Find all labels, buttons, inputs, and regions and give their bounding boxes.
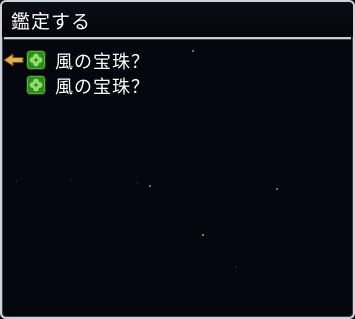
background-sparkle [149, 185, 151, 187]
title-bar: 鑑定する [2, 2, 353, 37]
green-clover-icon [26, 75, 46, 95]
background-sparkle [137, 182, 138, 183]
appraise-window: 鑑定する 風の宝珠？ 風の宝珠？ [0, 0, 355, 319]
green-clover-icon [26, 50, 46, 70]
background-sparkle [16, 180, 17, 181]
background-sparkle [276, 188, 278, 190]
background-sparkle [235, 266, 236, 267]
item-label: 風の宝珠？ [55, 77, 150, 98]
background-sparkle [70, 180, 71, 181]
selection-cursor-icon [3, 53, 24, 67]
title-divider [4, 37, 351, 39]
item-label: 風の宝珠？ [55, 52, 150, 73]
window-title: 鑑定する [11, 11, 92, 33]
background-sparkle [202, 234, 204, 236]
item-row-2[interactable]: 風の宝珠？ [2, 73, 242, 98]
item-row-1[interactable]: 風の宝珠？ [2, 48, 242, 73]
